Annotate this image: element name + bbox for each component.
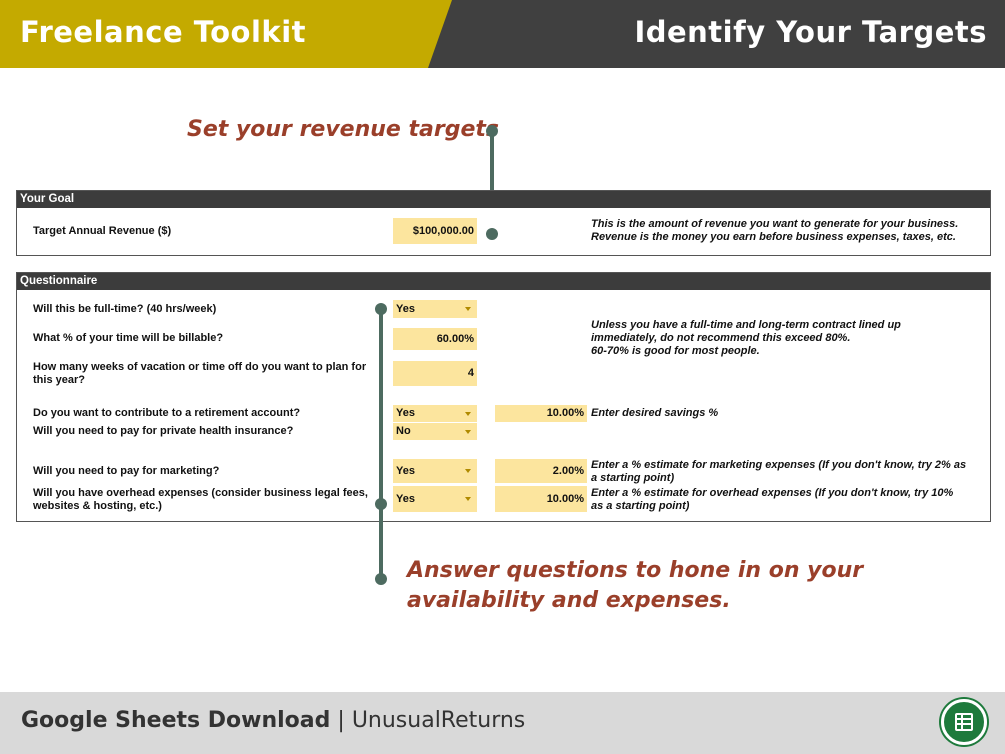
questionnaire-section: Questionnaire Will this be full-time? (4… xyxy=(16,272,991,522)
marketing-note-line: a starting point) xyxy=(591,472,675,484)
target-revenue-input[interactable]: $100,000.00 xyxy=(393,218,477,244)
callout-line: Answer questions to hone in on your xyxy=(407,558,864,583)
overhead-note-line: Enter a % estimate for overhead expenses… xyxy=(591,487,954,499)
full-time-label: Will this be full-time? (40 hrs/week) xyxy=(33,303,217,315)
goal-section: Your Goal Target Annual Revenue ($) $100… xyxy=(16,190,991,256)
marketing-note-line: Enter a % estimate for marketing expense… xyxy=(591,459,967,471)
callout-line: availability and expenses. xyxy=(407,588,731,613)
overhead-note: Enter a % estimate for overhead expenses… xyxy=(591,487,953,513)
grid-line xyxy=(961,715,963,729)
goal-section-heading: Your Goal xyxy=(17,191,990,208)
callout-answer-questions: Answer questions to hone in on your avai… xyxy=(407,556,863,616)
target-revenue-label: Target Annual Revenue ($) xyxy=(33,225,172,237)
dropdown-caret-icon xyxy=(465,497,471,501)
billable-note: Unless you have a full-time and long-ter… xyxy=(591,319,901,358)
marketing-value: Yes xyxy=(396,465,415,477)
page-title: Identify Your Targets xyxy=(634,15,987,49)
connector-dot-questions-mid xyxy=(375,498,387,510)
marketing-percent-input[interactable]: 2.00% xyxy=(495,459,587,483)
billable-label: What % of your time will be billable? xyxy=(33,332,224,344)
brand-title: Freelance Toolkit xyxy=(20,15,307,49)
billable-note-line: immediately, do not recommend this excee… xyxy=(591,332,851,344)
goal-note-line: This is the amount of revenue you want t… xyxy=(591,218,959,230)
footer-bar: Google Sheets Download | UnusualReturns xyxy=(0,692,1005,754)
dropdown-caret-icon xyxy=(465,469,471,473)
connector-dot-questions-top xyxy=(375,303,387,315)
health-insurance-select[interactable]: No xyxy=(393,423,477,440)
footer-brand: UnusualReturns xyxy=(351,708,526,733)
health-insurance-label: Will you need to pay for private health … xyxy=(33,425,294,437)
dropdown-caret-icon xyxy=(465,429,471,434)
connector-line-questions xyxy=(379,309,383,579)
overhead-note-line: as a starting point) xyxy=(591,500,690,512)
overhead-select[interactable]: Yes xyxy=(393,486,477,512)
marketing-label: Will you need to pay for marketing? xyxy=(33,465,220,477)
health-insurance-value: No xyxy=(396,425,411,437)
footer-download-label[interactable]: Google Sheets Download xyxy=(21,708,330,733)
grid-line xyxy=(957,718,971,720)
overhead-label-line: Will you have overhead expenses (conside… xyxy=(33,487,368,499)
vacation-label-line: this year? xyxy=(33,374,85,386)
vacation-label-line: How many weeks of vacation or time off d… xyxy=(33,361,367,373)
retirement-select[interactable]: Yes xyxy=(393,405,477,422)
retirement-value: Yes xyxy=(396,407,415,419)
billable-note-line: 60-70% is good for most people. xyxy=(591,345,760,357)
sheets-grid-icon xyxy=(955,713,973,731)
questionnaire-heading: Questionnaire xyxy=(17,273,990,290)
billable-note-line: Unless you have a full-time and long-ter… xyxy=(591,319,901,331)
dropdown-caret-icon xyxy=(465,411,471,416)
retirement-label: Do you want to contribute to a retiremen… xyxy=(33,407,301,419)
connector-dot-revenue xyxy=(486,228,498,240)
connector-dot-questions-bottom xyxy=(375,573,387,585)
billable-percent-input[interactable]: 60.00% xyxy=(393,328,477,350)
overhead-label: Will you have overhead expenses (conside… xyxy=(33,487,368,513)
full-time-value: Yes xyxy=(396,303,415,315)
grid-line xyxy=(957,723,971,725)
overhead-percent-input[interactable]: 10.00% xyxy=(495,486,587,512)
overhead-value: Yes xyxy=(396,493,415,505)
overhead-label-line: websites & hosting, etc.) xyxy=(33,500,162,512)
marketing-select[interactable]: Yes xyxy=(393,459,477,483)
google-sheets-icon[interactable] xyxy=(941,699,987,745)
goal-note: This is the amount of revenue you want t… xyxy=(591,218,958,244)
footer-separator: | xyxy=(337,708,345,733)
dropdown-caret-icon xyxy=(465,307,471,311)
vacation-weeks-input[interactable]: 4 xyxy=(393,361,477,386)
marketing-note: Enter a % estimate for marketing expense… xyxy=(591,459,966,485)
callout-revenue-targets: Set your revenue targets xyxy=(187,117,499,142)
brand-banner: Freelance Toolkit xyxy=(0,0,452,68)
goal-note-line: Revenue is the money you earn before bus… xyxy=(591,231,956,243)
retirement-note: Enter desired savings % xyxy=(591,407,719,419)
full-time-select[interactable]: Yes xyxy=(393,300,477,318)
vacation-label: How many weeks of vacation or time off d… xyxy=(33,361,366,387)
footer-text: Google Sheets Download | UnusualReturns xyxy=(21,708,525,733)
retirement-percent-input[interactable]: 10.00% xyxy=(495,405,587,422)
